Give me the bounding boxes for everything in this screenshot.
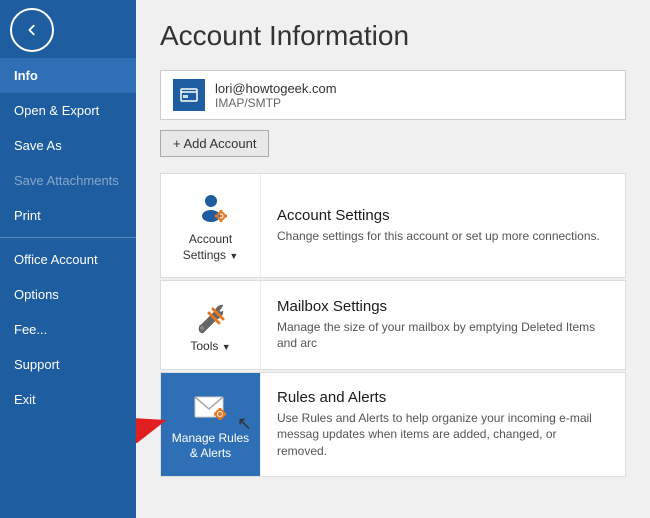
account-type: IMAP/SMTP (215, 96, 337, 110)
account-icon (173, 79, 205, 111)
account-settings-card: AccountSettings ▼ Account Settings Chang… (160, 173, 626, 278)
sidebar-item-office-account[interactable]: Office Account (0, 242, 136, 277)
mailbox-settings-content: Mailbox Settings Manage the size of your… (261, 286, 625, 365)
mailbox-settings-desc: Manage the size of your mailbox by empty… (277, 319, 609, 353)
sidebar-item-print[interactable]: Print (0, 198, 136, 233)
account-settings-icon-area[interactable]: AccountSettings ▼ (161, 174, 261, 277)
back-button[interactable] (10, 8, 54, 52)
mailbox-settings-icon-area[interactable]: Tools ▼ (161, 281, 261, 369)
manage-rules-icon (191, 387, 231, 427)
add-account-button[interactable]: + Add Account (160, 130, 269, 157)
account-settings-icon (191, 188, 231, 228)
account-settings-desc: Change settings for this account or set … (277, 228, 609, 245)
sidebar-item-options[interactable]: Options (0, 277, 136, 312)
sidebar-item-support[interactable]: Support (0, 347, 136, 382)
rules-alerts-icon-area[interactable]: Manage Rules& Alerts ↖ (161, 373, 261, 476)
sidebar-divider-1 (0, 237, 136, 238)
sidebar-item-feedback[interactable]: Fee... (0, 312, 136, 347)
account-settings-title: Account Settings (277, 207, 609, 224)
sidebar: Info Open & Export Save As Save Attachme… (0, 0, 136, 518)
mailbox-settings-card: Tools ▼ Mailbox Settings Manage the size… (160, 280, 626, 370)
sidebar-item-save-as[interactable]: Save As (0, 128, 136, 163)
sidebar-item-save-attachments: Save Attachments (0, 163, 136, 198)
rules-alerts-desc: Use Rules and Alerts to help organize yo… (277, 410, 609, 460)
sidebar-item-open-export[interactable]: Open & Export (0, 93, 136, 128)
cards-container: AccountSettings ▼ Account Settings Chang… (160, 173, 626, 477)
rules-alerts-card: Manage Rules& Alerts ↖ Rul (160, 372, 626, 477)
sidebar-item-exit[interactable]: Exit (0, 382, 136, 417)
account-bar: lori@howtogeek.com IMAP/SMTP (160, 70, 626, 120)
account-info: lori@howtogeek.com IMAP/SMTP (215, 81, 337, 110)
main-content: Account Information lori@howtogeek.com I… (136, 0, 650, 518)
page-title: Account Information (160, 20, 626, 52)
account-settings-content: Account Settings Change settings for thi… (261, 195, 625, 257)
manage-rules-label: Manage Rules& Alerts (172, 431, 249, 462)
account-settings-label: AccountSettings ▼ (183, 232, 239, 263)
account-email: lori@howtogeek.com (215, 81, 337, 96)
rules-alerts-content: Rules and Alerts Use Rules and Alerts to… (261, 377, 625, 472)
rules-alerts-title: Rules and Alerts (277, 389, 609, 406)
tools-icon (191, 295, 231, 335)
sidebar-item-info[interactable]: Info (0, 58, 136, 93)
tools-label: Tools ▼ (190, 339, 230, 355)
mailbox-settings-title: Mailbox Settings (277, 298, 609, 315)
red-arrow (136, 403, 169, 448)
